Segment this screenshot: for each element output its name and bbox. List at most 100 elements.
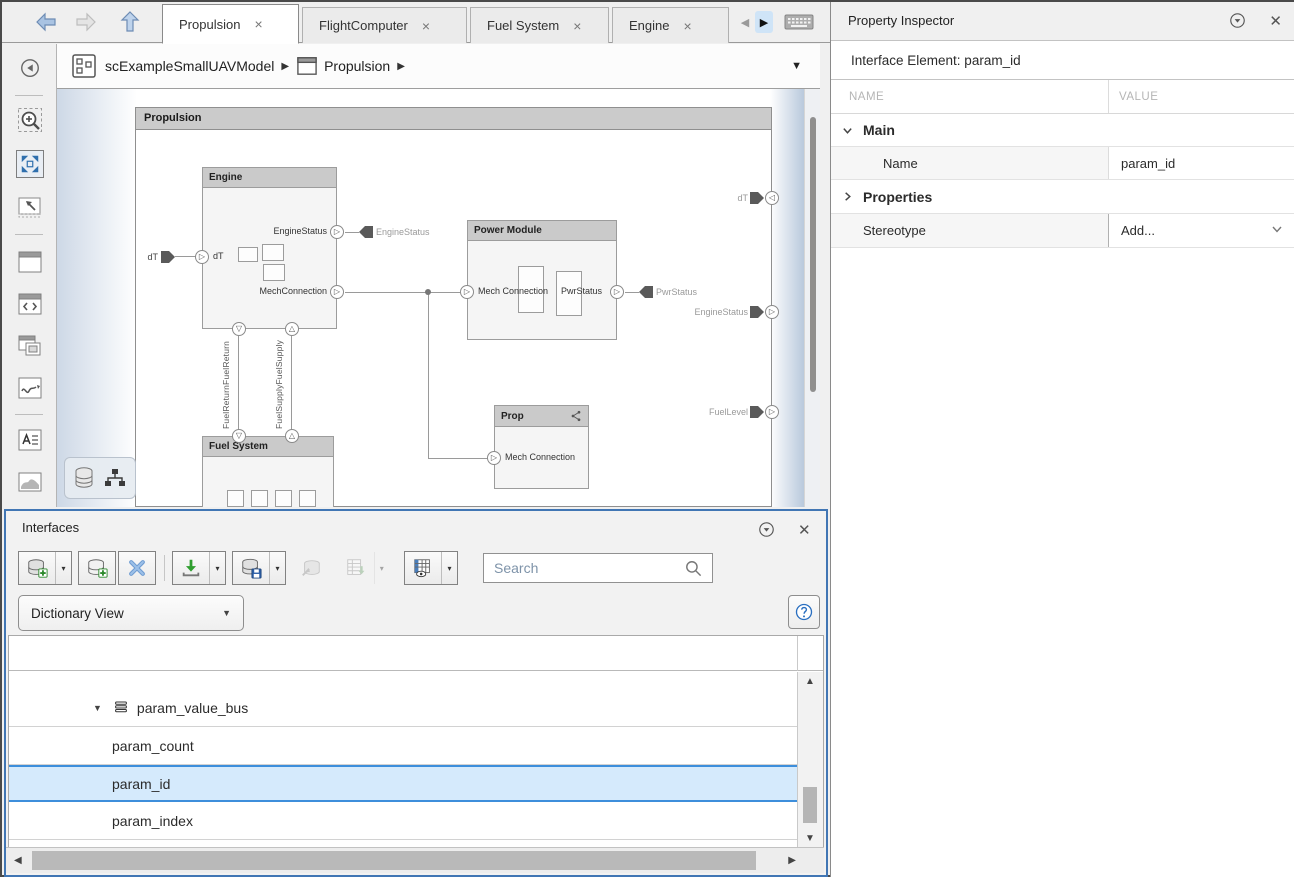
stereotype-dropdown[interactable]: Add... — [1108, 214, 1294, 247]
view-mode-dropdown[interactable]: Dictionary View ▼ — [18, 595, 244, 631]
tab-scroll-left-icon[interactable]: ◀ — [736, 11, 754, 33]
property-inspector-close-icon[interactable]: ✕ — [1269, 12, 1282, 30]
property-row-name[interactable]: Name param_id — [831, 147, 1294, 180]
export-button[interactable] — [339, 552, 374, 584]
chevron-down-icon[interactable] — [841, 125, 853, 136]
power-module-pwrstatus-output-port[interactable]: ▷ — [610, 285, 624, 299]
engine-dt-input-port[interactable]: ▷ — [195, 250, 209, 264]
canvas-scrollbar-thumb[interactable] — [810, 117, 816, 392]
variant-component-button[interactable] — [16, 332, 44, 360]
interface-adapter-button[interactable] — [16, 290, 44, 318]
tree-row-param-index[interactable]: param_index — [9, 802, 797, 840]
scroll-up-icon[interactable]: ▲ — [805, 676, 815, 687]
engine-block[interactable]: Engine — [202, 167, 337, 329]
save-dictionary-dropdown-icon[interactable]: ▾ — [269, 552, 285, 584]
import-button[interactable] — [173, 552, 209, 584]
section-properties[interactable]: Properties — [831, 180, 1294, 214]
interfaces-panel-close-icon[interactable]: ✕ — [798, 521, 811, 539]
delete-button[interactable] — [119, 552, 155, 584]
breadcrumb-current-view[interactable]: Propulsion — [324, 58, 390, 74]
breadcrumb-chevron-icon: ▶ — [281, 61, 289, 72]
tab-scroll-right-icon[interactable]: ▶ — [755, 11, 773, 33]
tab-fuel-system[interactable]: Fuel System × — [470, 7, 609, 43]
help-button[interactable] — [788, 595, 820, 629]
engine-mechconnection-output-port[interactable]: ▷ — [330, 285, 344, 299]
hierarchy-icon[interactable] — [103, 467, 127, 489]
tab-close-icon[interactable]: × — [683, 19, 691, 33]
scroll-right-icon[interactable]: ▶ — [788, 855, 796, 866]
tree-row-bus[interactable]: ▼ param_value_bus — [9, 689, 797, 727]
share-icon — [570, 410, 582, 422]
prop-mech-input-port[interactable]: ▷ — [487, 451, 501, 465]
section-main[interactable]: Main — [831, 114, 1294, 147]
engine-enginestatus-port-label: EngineStatus — [261, 226, 327, 236]
interfaces-panel: Interfaces ✕ ▾ ▾ — [4, 509, 828, 877]
back-button[interactable] — [32, 9, 60, 35]
property-row-stereotype[interactable]: Stereotype Add... — [831, 214, 1294, 248]
tab-propulsion[interactable]: Propulsion × — [162, 4, 299, 44]
hscrollbar-thumb[interactable] — [32, 851, 756, 870]
engine-fuelsupply-port[interactable]: △ — [285, 322, 299, 336]
add-element-button[interactable] — [79, 552, 115, 584]
scroll-left-icon[interactable]: ◀ — [14, 855, 22, 866]
boundary-fuellevel-port[interactable]: ▷ — [765, 405, 779, 419]
chevron-right-icon[interactable] — [841, 191, 853, 202]
tab-label: FlightComputer — [319, 18, 408, 33]
boundary-dt-port[interactable]: ◁ — [765, 191, 779, 205]
tree-scrollbar-thumb[interactable] — [803, 787, 817, 823]
fit-to-view-button[interactable] — [16, 150, 44, 178]
engine-enginestatus-output-port[interactable]: ▷ — [330, 225, 344, 239]
breadcrumb[interactable]: scExampleSmallUAVModel ▶ Propulsion ▶ ▼ — [57, 44, 820, 89]
tree-horizontal-scrollbar[interactable]: ◀ ▶ — [6, 847, 824, 873]
signal-component-button[interactable] — [16, 374, 44, 402]
boundary-enginestatus-label: EngineStatus — [678, 307, 748, 317]
annotation-button[interactable] — [16, 426, 44, 454]
breadcrumb-model-name[interactable]: scExampleSmallUAVModel — [105, 58, 274, 74]
tree-expander-icon[interactable]: ▼ — [93, 703, 102, 713]
fuel-system-fuelsupply-port[interactable]: △ — [285, 429, 299, 443]
zoom-to-selection-button[interactable] — [16, 192, 44, 220]
diagram-canvas[interactable]: Propulsion Engine dT EngineStatus MechCo… — [57, 89, 820, 507]
search-input[interactable] — [483, 553, 713, 583]
property-inspector-menu-icon[interactable] — [1229, 12, 1246, 29]
power-module-block[interactable]: Power Module — [467, 220, 617, 340]
power-module-mech-input-port[interactable]: ▷ — [460, 285, 474, 299]
hide-explorer-button[interactable] — [16, 54, 44, 82]
fuel-system-fuelreturn-port[interactable]: ▽ — [232, 429, 246, 443]
tab-close-icon[interactable]: × — [254, 17, 262, 31]
forward-button[interactable] — [72, 9, 100, 35]
boundary-enginestatus-port[interactable]: ▷ — [765, 305, 779, 319]
tree-row-param-count[interactable]: param_count — [9, 727, 797, 765]
export-dropdown-icon[interactable]: ▾ — [374, 552, 389, 584]
tab-flightcomputer[interactable]: FlightComputer × — [302, 7, 467, 43]
property-name-value[interactable]: param_id — [1121, 156, 1175, 171]
fuel-system-block[interactable]: Fuel System — [202, 436, 334, 507]
show-columns-button[interactable] — [405, 552, 441, 584]
save-dictionary-button[interactable] — [233, 552, 269, 584]
component-button[interactable] — [16, 248, 44, 276]
add-interface-dropdown-icon[interactable]: ▾ — [55, 552, 71, 584]
canvas-vertical-scrollbar[interactable] — [804, 89, 820, 507]
interfaces-panel-menu-icon[interactable] — [758, 521, 775, 538]
add-interface-button[interactable] — [19, 552, 55, 584]
show-columns-dropdown-icon[interactable]: ▾ — [441, 552, 457, 584]
link-dictionary-button[interactable] — [293, 552, 329, 584]
tree-vertical-scrollbar[interactable]: ▲ ▼ — [797, 672, 823, 848]
container-header[interactable]: Propulsion — [136, 108, 771, 130]
up-to-parent-button[interactable] — [116, 9, 144, 35]
keyboard-icon[interactable] — [780, 10, 818, 34]
import-dropdown-icon[interactable]: ▾ — [209, 552, 225, 584]
tab-close-icon[interactable]: × — [422, 19, 430, 33]
dictionary-icon[interactable] — [73, 466, 95, 490]
property-name-label: Name — [883, 156, 918, 171]
tab-close-icon[interactable]: × — [573, 19, 581, 33]
scroll-down-icon[interactable]: ▼ — [805, 833, 815, 844]
zoom-in-button[interactable] — [16, 106, 44, 134]
tree-row-param-id[interactable]: param_id — [9, 765, 797, 802]
engine-fuelreturn-port[interactable]: ▽ — [232, 322, 246, 336]
tab-engine[interactable]: Engine × — [612, 7, 729, 43]
breadcrumb-dropdown-icon[interactable]: ▼ — [791, 60, 802, 72]
prop-block[interactable]: Prop — [494, 405, 589, 489]
image-button[interactable] — [16, 468, 44, 496]
circle-back-icon — [19, 57, 41, 79]
